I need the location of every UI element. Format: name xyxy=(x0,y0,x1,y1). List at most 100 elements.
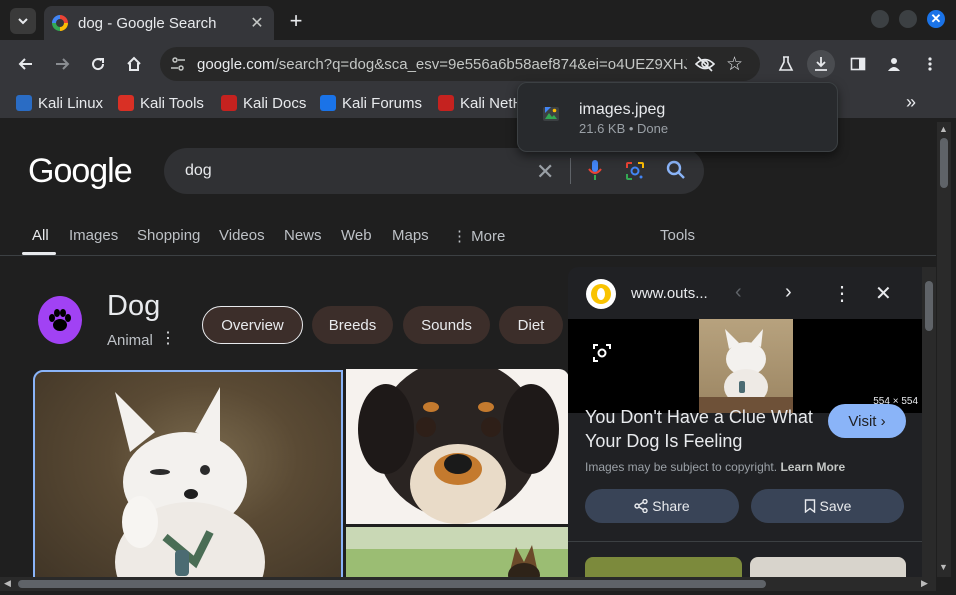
learn-more-link[interactable]: Learn More xyxy=(780,460,845,474)
eye-off-icon[interactable] xyxy=(695,55,715,73)
bookmark-kali-docs[interactable]: Kali Docs xyxy=(221,92,306,114)
tab-google-search[interactable]: dog - Google Search ✕ xyxy=(44,6,274,40)
reload-icon xyxy=(92,58,105,71)
related-image-1[interactable] xyxy=(585,557,742,577)
vertical-scrollbar-thumb[interactable] xyxy=(940,138,948,188)
scroll-down-icon[interactable]: ▼ xyxy=(939,562,948,572)
image-result-chihuahua[interactable] xyxy=(33,370,343,577)
scroll-right-icon[interactable]: ▶ xyxy=(921,578,928,589)
bookmark-icon xyxy=(804,499,815,513)
bookmarks-overflow-button[interactable]: » xyxy=(906,92,916,113)
google-logo[interactable]: Google xyxy=(28,152,133,191)
tab-images[interactable]: Images xyxy=(69,227,118,244)
home-icon xyxy=(127,56,141,71)
site-logo-icon xyxy=(591,284,611,304)
preview-image xyxy=(699,319,793,413)
tab-videos[interactable]: Videos xyxy=(219,227,265,244)
page-content: Google dog ✕ All Images Shopping Videos … xyxy=(0,122,936,577)
paw-icon xyxy=(38,296,82,344)
tab-all[interactable]: All xyxy=(32,227,49,244)
kali-nethunter-icon xyxy=(438,95,454,111)
preview-title[interactable]: You Don't Have a Clue What Your Dog Is F… xyxy=(585,405,820,453)
tab-web[interactable]: Web xyxy=(341,227,372,244)
related-image-2[interactable] xyxy=(750,557,906,577)
preview-image-area[interactable]: 554 × 554 xyxy=(568,319,922,413)
reload-button[interactable] xyxy=(86,52,110,76)
site-favicon-icon xyxy=(586,279,616,309)
save-button[interactable]: Save xyxy=(751,489,904,523)
bookmark-kali-tools[interactable]: Kali Tools xyxy=(118,92,204,114)
tab-more[interactable]: ⋮ More xyxy=(452,227,505,245)
chip-overview[interactable]: Overview xyxy=(202,306,303,344)
vertical-scrollbar[interactable]: ▲ ▼ xyxy=(937,122,951,577)
chip-sounds[interactable]: Sounds xyxy=(403,306,490,344)
toolbar: google.com/search?q=dog&sca_esv=9e556a6b… xyxy=(0,40,956,88)
tab-more-label: More xyxy=(471,228,506,245)
search-icon[interactable] xyxy=(666,160,686,180)
preview-scrollbar-thumb[interactable] xyxy=(925,281,933,331)
search-box[interactable]: dog ✕ xyxy=(164,148,704,194)
forward-button[interactable] xyxy=(50,52,74,76)
tab-close-icon[interactable]: ✕ xyxy=(248,14,266,32)
share-button[interactable]: Share xyxy=(585,489,739,523)
clear-search-icon[interactable]: ✕ xyxy=(536,159,554,185)
profile-button[interactable] xyxy=(880,50,908,78)
search-input[interactable]: dog xyxy=(185,162,212,180)
home-button[interactable] xyxy=(122,52,146,76)
copyright-text: Images may be subject to copyright. xyxy=(585,460,778,474)
close-preview-icon[interactable]: ✕ xyxy=(875,281,892,306)
visit-button[interactable]: Visit › xyxy=(828,404,906,438)
tab-search-button[interactable] xyxy=(10,8,36,34)
kali-dragon-icon xyxy=(16,95,32,111)
scroll-left-icon[interactable]: ◀ xyxy=(4,578,11,589)
chevron-right-icon: › xyxy=(880,412,886,430)
horizontal-scrollbar[interactable]: ◀ ▶ xyxy=(0,577,936,591)
tab-maps[interactable]: Maps xyxy=(392,227,429,244)
more-options-icon[interactable]: ⋮ xyxy=(832,281,852,306)
preview-header: www.outs... ‹ › ⋮ ✕ xyxy=(568,267,922,319)
google-lens-icon[interactable] xyxy=(625,161,645,181)
maximize-button[interactable] xyxy=(899,10,917,28)
bookmark-kali-forums[interactable]: Kali Forums xyxy=(320,92,422,114)
close-window-button[interactable]: ✕ xyxy=(927,10,945,28)
arrow-left-icon xyxy=(18,58,32,70)
download-icon xyxy=(815,57,827,71)
previous-image-icon[interactable]: ‹ xyxy=(735,281,742,304)
labs-button[interactable] xyxy=(772,50,800,78)
side-panel-button[interactable] xyxy=(844,50,872,78)
back-button[interactable] xyxy=(14,52,38,76)
image-result-puppy[interactable] xyxy=(346,369,569,524)
image-result-german-shepherd[interactable] xyxy=(346,527,569,577)
preview-scrollbar[interactable] xyxy=(922,267,936,577)
downloads-button[interactable] xyxy=(807,50,835,78)
tab-news[interactable]: News xyxy=(284,227,322,244)
paw-print-icon xyxy=(49,309,71,331)
tools-button[interactable]: Tools xyxy=(660,227,695,244)
menu-button[interactable] xyxy=(916,50,944,78)
site-settings-icon[interactable] xyxy=(170,56,186,72)
lens-search-icon[interactable] xyxy=(592,343,612,363)
horizontal-scrollbar-thumb[interactable] xyxy=(18,580,766,588)
bookmark-label: Kali Forums xyxy=(342,94,423,112)
copyright-notice: Images may be subject to copyright. Lear… xyxy=(585,460,845,474)
minimize-button[interactable] xyxy=(871,10,889,28)
next-image-icon[interactable]: › xyxy=(785,281,792,304)
download-filename[interactable]: images.jpeg xyxy=(579,101,665,119)
chip-diet[interactable]: Diet xyxy=(499,306,563,344)
microphone-icon[interactable] xyxy=(588,159,602,181)
new-tab-button[interactable]: + xyxy=(284,8,308,33)
address-bar[interactable]: google.com/search?q=dog&sca_esv=9e556a6b… xyxy=(160,47,760,81)
bookmark-kali-nethunter[interactable]: Kali NetH xyxy=(438,92,523,114)
url-text: google.com/search?q=dog&sca_esv=9e556a6b… xyxy=(197,56,687,73)
scroll-up-icon[interactable]: ▲ xyxy=(939,124,948,134)
side-panel-icon xyxy=(850,57,866,71)
bookmark-star-icon[interactable]: ☆ xyxy=(726,53,743,76)
chip-breeds[interactable]: Breeds xyxy=(312,306,393,344)
flask-icon xyxy=(778,56,794,71)
entity-title: Dog xyxy=(107,290,161,322)
bookmark-kali-linux[interactable]: Kali Linux xyxy=(16,92,103,114)
source-site-name[interactable]: www.outs... xyxy=(631,285,708,302)
tab-shopping[interactable]: Shopping xyxy=(137,227,200,244)
more-options-icon[interactable]: ⋮ xyxy=(160,328,176,348)
panel-divider xyxy=(568,541,922,542)
